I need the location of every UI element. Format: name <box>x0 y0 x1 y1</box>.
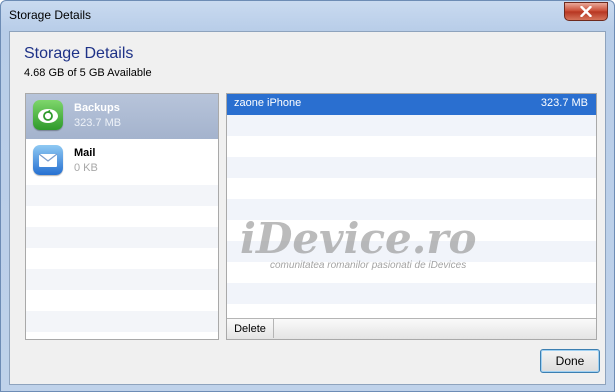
mail-icon <box>33 145 63 175</box>
empty-row <box>227 283 596 304</box>
storage-available-text: 4.68 GB of 5 GB Available <box>24 67 152 79</box>
backup-icon <box>33 100 63 130</box>
empty-row <box>227 157 596 178</box>
sidebar-item-mail[interactable]: Mail 0 KB <box>26 139 218 184</box>
window-title: Storage Details <box>9 8 92 22</box>
storage-details-window: Storage Details Storage Details 4.68 GB … <box>0 0 615 392</box>
dialog-heading: Storage Details <box>24 45 134 62</box>
table-row[interactable]: zaone iPhone 323.7 MB <box>227 94 596 115</box>
backup-device-name: zaone iPhone <box>234 97 302 109</box>
close-icon <box>580 6 592 17</box>
backups-list: zaone iPhone 323.7 MB Delete <box>226 93 597 340</box>
sidebar-item-backups[interactable]: Backups 323.7 MB <box>26 94 218 139</box>
sidebar-item-size: 323.7 MB <box>74 117 122 129</box>
storage-category-list: Backups 323.7 MB Mail 0 KB <box>25 93 219 340</box>
delete-button[interactable]: Delete <box>227 319 274 338</box>
empty-row <box>227 115 596 136</box>
sidebar-item-label: Mail <box>74 147 96 159</box>
empty-row <box>227 241 596 262</box>
list-toolbar: Delete <box>227 318 596 339</box>
backup-size: 323.7 MB <box>540 97 588 109</box>
list-stripe <box>26 227 218 248</box>
list-stripe <box>26 311 218 332</box>
title-bar[interactable]: Storage Details <box>1 1 614 31</box>
close-button[interactable] <box>564 2 608 21</box>
list-stripe <box>26 185 218 206</box>
dialog-content: Storage Details 4.68 GB of 5 GB Availabl… <box>9 31 606 385</box>
empty-row <box>227 199 596 220</box>
done-button[interactable]: Done <box>540 349 600 373</box>
sidebar-item-size: 0 KB <box>74 162 98 174</box>
sidebar-item-label: Backups <box>74 102 120 114</box>
list-stripe <box>26 269 218 290</box>
